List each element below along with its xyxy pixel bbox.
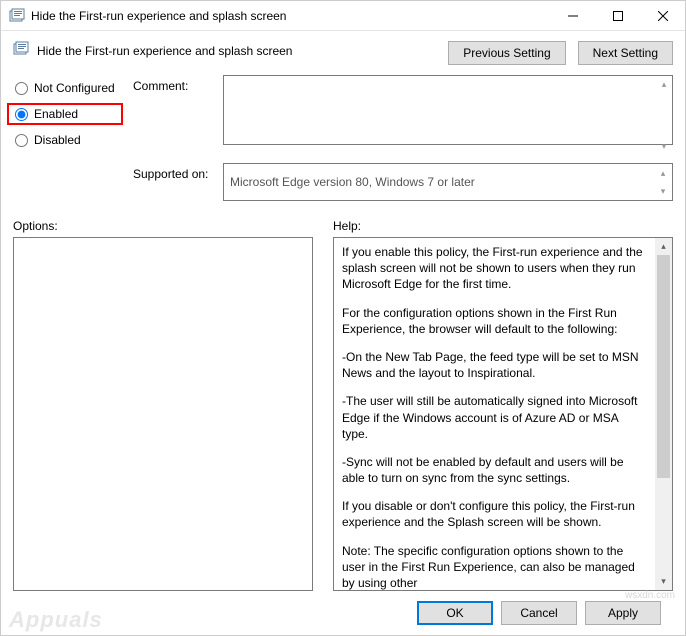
help-scrollbar[interactable]: ▴ ▾ [655, 238, 672, 590]
scroll-down-icon[interactable]: ▾ [656, 138, 672, 154]
nav-buttons: Previous Setting Next Setting [448, 41, 673, 65]
help-panel: If you enable this policy, the First-run… [333, 237, 673, 591]
policy-title-row: Hide the First-run experience and splash… [13, 41, 448, 60]
help-text: If you enable this policy, the First-run… [334, 238, 655, 590]
help-paragraph: -The user will still be automatically si… [342, 393, 647, 442]
scroll-down-icon[interactable]: ▾ [655, 573, 672, 590]
header-row: Hide the First-run experience and splash… [13, 41, 673, 65]
state-and-comment-row: Not Configured Enabled Disabled Comment:… [13, 75, 673, 155]
radio-label: Not Configured [34, 81, 115, 95]
scrollbar[interactable]: ▴ ▾ [656, 76, 672, 154]
help-paragraph: If you disable or don't configure this p… [342, 498, 647, 530]
policy-icon [9, 8, 25, 24]
cancel-button[interactable]: Cancel [501, 601, 577, 625]
help-paragraph: -Sync will not be enabled by default and… [342, 454, 647, 486]
help-label: Help: [333, 219, 673, 237]
titlebar: Hide the First-run experience and splash… [1, 1, 685, 31]
comment-input[interactable] [223, 75, 673, 145]
window-title: Hide the First-run experience and splash… [31, 9, 550, 23]
policy-editor-window: Hide the First-run experience and splash… [0, 0, 686, 636]
previous-setting-button[interactable]: Previous Setting [448, 41, 565, 65]
radio-enabled[interactable]: Enabled [7, 103, 123, 125]
close-button[interactable] [640, 1, 685, 30]
supported-on-field: Microsoft Edge version 80, Windows 7 or … [223, 163, 673, 201]
scroll-track[interactable] [655, 255, 672, 573]
comment-label: Comment: [133, 75, 223, 155]
ok-button[interactable]: OK [417, 601, 493, 625]
radio-not-configured-input[interactable] [15, 82, 28, 95]
help-paragraph: -On the New Tab Page, the feed type will… [342, 349, 647, 381]
dialog-buttons: OK Cancel Apply [13, 591, 673, 635]
scroll-down-icon[interactable]: ▾ [655, 183, 671, 199]
options-label: Options: [13, 219, 313, 237]
scrollbar[interactable]: ▴ ▾ [655, 165, 671, 199]
supported-row: Supported on: Microsoft Edge version 80,… [13, 163, 673, 201]
radio-enabled-input[interactable] [15, 108, 28, 121]
radio-disabled-input[interactable] [15, 134, 28, 147]
policy-title: Hide the First-run experience and splash… [37, 44, 292, 58]
options-panel [13, 237, 313, 591]
next-setting-button[interactable]: Next Setting [578, 41, 673, 65]
scroll-up-icon[interactable]: ▴ [656, 76, 672, 92]
supported-label: Supported on: [133, 163, 223, 201]
radio-label: Enabled [34, 107, 78, 121]
radio-label: Disabled [34, 133, 81, 147]
window-controls [550, 1, 685, 30]
scroll-thumb[interactable] [657, 255, 670, 478]
maximize-button[interactable] [595, 1, 640, 30]
help-paragraph: If you enable this policy, the First-run… [342, 244, 647, 293]
panels-header: Options: Help: [13, 219, 673, 237]
help-paragraph: For the configuration options shown in t… [342, 305, 647, 337]
panels: If you enable this policy, the First-run… [13, 237, 673, 591]
help-paragraph: Note: The specific configuration options… [342, 543, 647, 590]
apply-button[interactable]: Apply [585, 601, 661, 625]
scroll-up-icon[interactable]: ▴ [655, 165, 671, 181]
supported-cell: Microsoft Edge version 80, Windows 7 or … [223, 163, 673, 201]
radio-not-configured[interactable]: Not Configured [13, 77, 133, 99]
policy-icon [13, 41, 29, 60]
supported-on-value: Microsoft Edge version 80, Windows 7 or … [230, 175, 475, 189]
scroll-up-icon[interactable]: ▴ [655, 238, 672, 255]
state-radio-group: Not Configured Enabled Disabled [13, 75, 133, 155]
minimize-button[interactable] [550, 1, 595, 30]
radio-disabled[interactable]: Disabled [13, 129, 133, 151]
comment-cell: ▴ ▾ [223, 75, 673, 155]
content-area: Hide the First-run experience and splash… [1, 31, 685, 635]
